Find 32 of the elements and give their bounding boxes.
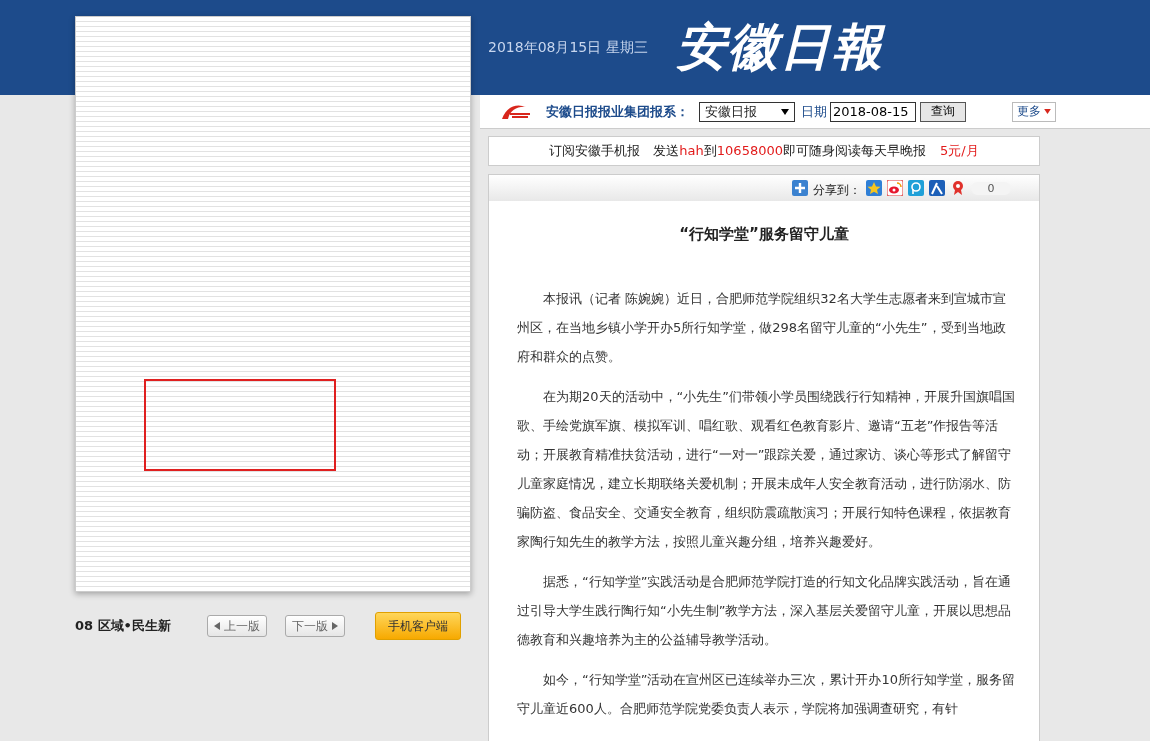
- page-name: 08 区域•民生新: [75, 617, 172, 635]
- right-triangle-icon: [332, 622, 338, 630]
- newspaper-logo: 安徽日報: [675, 16, 884, 78]
- date-field[interactable]: 2018-08-15: [830, 101, 916, 122]
- subscription-text: 订阅安徽手机报 发送hah到10658000即可随身阅读每天早晚报: [549, 142, 926, 160]
- subscription-price: 5元/月: [940, 142, 979, 160]
- ribbon-icon[interactable]: [950, 180, 966, 196]
- article-paragraph: 据悉，“行知学堂”实践活动是合肥师范学院打造的行知文化品牌实践活动，旨在通过引导大学生践行陶行知“小先生制”教学方法，深入基层关爱留守儿童，开展以思想品德教育和兴趣培养为主的公益辅导教学活动。: [517, 573, 1013, 649]
- query-button[interactable]: 查询: [920, 101, 966, 122]
- article-paragraph: 本报讯（记者 陈婉婉）近日，合肥师范学院组织32名大学生志愿者来到宣城市宣州区，在当地乡镇小学开办5所行知学堂，做298名留守儿童的“小先生”，受到当地政府和群众的点赞。: [517, 290, 1007, 366]
- highlight-frame[interactable]: [144, 379, 336, 471]
- header-date: 2018年08月15日 星期三: [488, 38, 648, 57]
- more-button[interactable]: 更多: [1012, 101, 1056, 122]
- star-icon[interactable]: [866, 180, 882, 196]
- weibo-icon[interactable]: [887, 180, 903, 196]
- left-triangle-icon: [214, 622, 220, 630]
- article-title: “行知学堂”服务留守儿童: [678, 225, 850, 244]
- share-label: 分享到：: [813, 182, 861, 199]
- date-label: 日期: [801, 102, 827, 121]
- next-page-button[interactable]: 下一版: [285, 615, 345, 637]
- dropdown-arrow-icon: [781, 108, 789, 115]
- caret-icon: [1044, 109, 1051, 114]
- mobile-client-button[interactable]: 手机客户端: [375, 612, 461, 640]
- person-icon[interactable]: [929, 180, 945, 196]
- group-label: 安徽日报报业集团报系：: [546, 102, 689, 121]
- share-count: 0: [971, 181, 1011, 195]
- article-paragraph: 如今，“行知学堂”活动在宣州区已连续举办三次，累计开办10所行知学堂，服务留守儿童近600人。合肥师范学院党委负责人表示，学院将加强调查研究，有针: [517, 671, 1015, 718]
- p-logo-icon[interactable]: [908, 180, 924, 196]
- newspaper-select[interactable]: 安徽日报: [699, 101, 795, 122]
- article-paragraph: 在为期20天的活动中，“小先生”们带领小学员围绕践行行知精神，开展升国旗唱国歌、手绘党旗军旗、模拟军训、唱红歌、观看红色教育影片、邀请“五老”作报告等活动；开展教育精准扶贫活动，进行“一对一”跟踪关爱，通过家访、谈心等形式了解留守儿童家庭情况，建立长期联络关爱机制；开展未成年人安全教育活动，进行防溺水、防骗防盗、食品安全、交通安全教育，组织防震疏散演习；开展行知特色课程，依据教育家陶行知先生的教学方法，按照儿童兴趣分组，培养兴趣爱好。: [517, 388, 1015, 551]
- plus-icon[interactable]: [792, 180, 808, 196]
- prev-page-button[interactable]: 上一版: [207, 615, 267, 637]
